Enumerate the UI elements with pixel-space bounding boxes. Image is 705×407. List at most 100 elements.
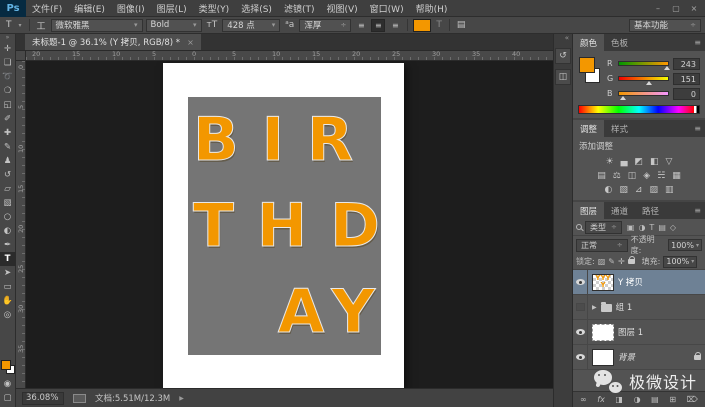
tab-channels[interactable]: 通道 xyxy=(604,202,635,219)
lock-position-icon[interactable]: ✛ xyxy=(618,257,625,266)
layer-thumbnail[interactable] xyxy=(592,348,614,366)
screen-mode-icon[interactable]: ▢ xyxy=(0,391,16,405)
visibility-toggle[interactable] xyxy=(573,269,588,295)
tool-zoom-icon[interactable]: ◎ xyxy=(0,308,16,322)
red-channel-slider[interactable] xyxy=(618,61,671,70)
panel-menu-icon[interactable]: ≡ xyxy=(694,124,705,133)
filter-pixel-layers-icon[interactable]: ▣ xyxy=(627,223,635,232)
adjustment-hue-saturation-icon[interactable]: ▤ xyxy=(597,171,606,181)
menu-item[interactable]: 窗口(W) xyxy=(364,2,410,15)
green-channel-slider[interactable] xyxy=(618,76,669,85)
slider-handle[interactable] xyxy=(664,66,671,70)
minimize-button[interactable]: – xyxy=(650,2,666,14)
red-channel-value[interactable]: 243 xyxy=(673,57,700,70)
add-layer-mask-icon[interactable]: ◨ xyxy=(615,395,623,404)
layer-style-icon[interactable]: fx xyxy=(597,395,605,404)
text-orientation-icon[interactable]: 工 xyxy=(35,19,48,32)
adjustment-threshold-icon[interactable]: ⊿ xyxy=(635,185,643,195)
color-swatches[interactable] xyxy=(578,56,602,88)
adjustment-levels-icon[interactable]: ▄ xyxy=(621,157,628,167)
lock-transparency-icon[interactable]: ▨ xyxy=(598,257,606,266)
adjustment-brightness-contrast-icon[interactable]: ☀ xyxy=(606,157,614,167)
align-right-button[interactable]: ≡ xyxy=(388,19,402,32)
layer-thumbnail[interactable]: YYYY xyxy=(592,273,614,291)
visibility-toggle[interactable] xyxy=(573,294,588,320)
status-expand-icon[interactable]: ▶ xyxy=(179,395,184,402)
adjustment-channel-mixer-icon[interactable]: ☵ xyxy=(657,171,665,181)
font-size-select[interactable]: 428 点 ▾ xyxy=(222,18,281,32)
filter-type-select[interactable]: 类型 ÷ xyxy=(585,220,622,234)
tool-type-icon[interactable]: T xyxy=(0,252,16,266)
tool-healing-brush-icon[interactable]: ✚ xyxy=(0,126,16,140)
dock-collapse-icon[interactable]: « xyxy=(565,34,572,43)
adjustment-curves-icon[interactable]: ◩ xyxy=(635,157,644,167)
tool-gradient-icon[interactable]: ▧ xyxy=(0,196,16,210)
tool-marquee-icon[interactable]: ❏ xyxy=(0,56,16,70)
tab-styles[interactable]: 样式 xyxy=(604,120,635,137)
tab-adjustments[interactable]: 调整 xyxy=(573,120,605,137)
blue-channel-slider[interactable] xyxy=(618,91,669,100)
layer-row-y-copy[interactable]: YYYY Y 拷贝 xyxy=(573,269,705,295)
menu-item[interactable]: 帮助(H) xyxy=(410,2,454,15)
menu-item[interactable]: 图层(L) xyxy=(151,2,193,15)
filter-group-layers-icon[interactable]: ▤ xyxy=(658,223,666,232)
adjustment-color-lookup-icon[interactable]: ▦ xyxy=(672,171,681,181)
collapsed-properties-panel-icon[interactable]: ◫ xyxy=(555,69,571,85)
lock-pixels-icon[interactable]: ✎ xyxy=(608,257,615,266)
toolbar-collapse-icon[interactable]: » xyxy=(6,34,10,42)
tab-swatches[interactable]: 色板 xyxy=(604,34,635,51)
tool-preset-icon[interactable]: T xyxy=(4,20,14,30)
tool-quick-select-icon[interactable]: ❍ xyxy=(0,84,16,98)
layer-name[interactable]: 背景 xyxy=(618,351,635,363)
tool-lasso-icon[interactable]: ➰ xyxy=(0,70,16,84)
new-group-icon[interactable]: ▤ xyxy=(651,395,659,404)
layer-thumbnail[interactable] xyxy=(592,323,614,341)
adjustment-posterize-icon[interactable]: ▧ xyxy=(619,185,628,195)
align-left-button[interactable]: ≡ xyxy=(354,19,368,32)
zoom-level-input[interactable] xyxy=(22,391,64,405)
menu-item[interactable]: 视图(V) xyxy=(320,2,363,15)
tool-shape-icon[interactable]: ▭ xyxy=(0,280,16,294)
document-tab[interactable]: 未标题-1 @ 36.1% (Y 拷贝, RGB/8) * × xyxy=(25,34,201,50)
group-expand-icon[interactable]: ▶ xyxy=(592,304,597,311)
menu-item[interactable]: 图像(I) xyxy=(111,2,151,15)
lock-all-icon[interactable] xyxy=(627,256,635,264)
layer-name[interactable]: 组 1 xyxy=(616,301,633,313)
panel-menu-icon[interactable]: ≡ xyxy=(694,206,705,215)
tool-eraser-icon[interactable]: ▱ xyxy=(0,182,16,196)
tool-path-select-icon[interactable]: ➤ xyxy=(0,266,16,280)
layer-row-background[interactable]: 背景 xyxy=(573,344,705,370)
adjustment-photo-filter-icon[interactable]: ◈ xyxy=(643,171,650,181)
foreground-color-swatch[interactable] xyxy=(579,57,595,73)
filter-smart-object-icon[interactable]: ◇ xyxy=(670,223,676,232)
new-adjustment-layer-icon[interactable]: ◑ xyxy=(634,395,641,404)
font-family-select[interactable]: 微软雅黑 ▾ xyxy=(50,18,143,32)
anti-alias-select[interactable]: 浑厚 ÷ xyxy=(299,18,352,32)
tool-pen-icon[interactable]: ✒ xyxy=(0,238,16,252)
filter-adjustment-layers-icon[interactable]: ◑ xyxy=(638,223,645,232)
tool-eyedropper-icon[interactable]: ✐ xyxy=(0,112,16,126)
adjustment-exposure-icon[interactable]: ◧ xyxy=(650,157,659,167)
collapsed-history-panel-icon[interactable]: ↺ xyxy=(555,48,571,64)
green-channel-value[interactable]: 151 xyxy=(673,72,700,85)
workspace-select[interactable]: 基本功能 ÷ xyxy=(629,18,701,32)
maximize-button[interactable]: ▢ xyxy=(668,2,684,14)
slider-handle[interactable] xyxy=(646,81,653,85)
link-layers-icon[interactable]: ∞ xyxy=(580,395,587,404)
layer-name[interactable]: 图层 1 xyxy=(618,326,643,338)
tool-preset-arrow-icon[interactable]: ▾ xyxy=(17,22,24,29)
tool-hand-icon[interactable]: ✋ xyxy=(0,294,16,308)
opacity-input[interactable]: 100% ▾ xyxy=(668,239,702,251)
delete-layer-icon[interactable]: ⌦ xyxy=(687,395,698,404)
adjustment-selective-color-icon[interactable]: ▨ xyxy=(649,185,658,195)
canvas-area[interactable]: 20 15 10 5 0 5 10 15 20 25 30 35 40 0 5 10 15 20 25 30 35 B… xyxy=(16,51,553,388)
foreground-color-swatch[interactable] xyxy=(0,360,11,370)
blue-channel-value[interactable]: 0 xyxy=(673,87,700,100)
foreground-background-swatches[interactable] xyxy=(0,360,15,374)
menu-item[interactable]: 滤镜(T) xyxy=(278,2,321,15)
quick-mask-icon[interactable]: ◉ xyxy=(0,377,16,391)
layer-row-group-1[interactable]: ▶ 组 1 xyxy=(573,294,705,320)
menu-item[interactable]: 编辑(E) xyxy=(68,2,111,15)
toggle-panels-icon[interactable]: ▤ xyxy=(455,20,468,30)
menu-item[interactable]: 类型(Y) xyxy=(193,2,236,15)
